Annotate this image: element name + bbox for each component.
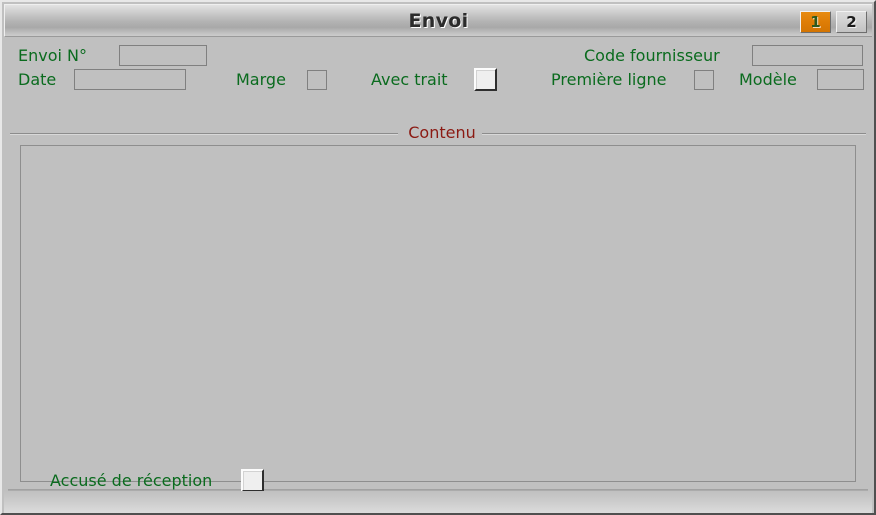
envoi-form: Envoi N° Code fournisseur Date Marge Ave…: [4, 37, 872, 513]
accuse-reception-label: Accusé de réception: [50, 471, 213, 490]
date-label: Date: [18, 70, 57, 89]
legend-rule-right: [482, 133, 866, 135]
marge-checkbox[interactable]: [307, 70, 327, 90]
legend-rule-left: [10, 133, 398, 135]
envoi-window: Envoi 1 2 Envoi N° Code fournisseur Date…: [0, 0, 876, 515]
envoi-num-label: Envoi N°: [18, 46, 88, 65]
modele-label: Modèle: [739, 70, 797, 89]
premiere-ligne-label: Première ligne: [551, 70, 667, 89]
contenu-textarea[interactable]: [20, 145, 856, 482]
code-fournisseur-label: Code fournisseur: [584, 46, 720, 65]
page-tab-2[interactable]: 2: [836, 11, 867, 33]
accuse-reception-checkbox[interactable]: [241, 469, 264, 492]
modele-input[interactable]: [817, 69, 864, 90]
envoi-num-input[interactable]: [119, 45, 207, 66]
premiere-ligne-checkbox[interactable]: [694, 70, 714, 90]
window-title: Envoi: [408, 10, 469, 32]
marge-label: Marge: [236, 70, 286, 89]
page-tab-1[interactable]: 1: [800, 11, 831, 33]
window-title-bar: Envoi 1 2: [4, 4, 872, 37]
contenu-fieldset-legend: Contenu: [4, 123, 872, 145]
contenu-legend-text: Contenu: [408, 123, 476, 142]
avec-trait-checkbox[interactable]: [474, 68, 497, 91]
code-fournisseur-input[interactable]: [752, 45, 863, 66]
window-footer: [4, 491, 872, 513]
date-input[interactable]: [74, 69, 186, 90]
avec-trait-label: Avec trait: [371, 70, 448, 89]
